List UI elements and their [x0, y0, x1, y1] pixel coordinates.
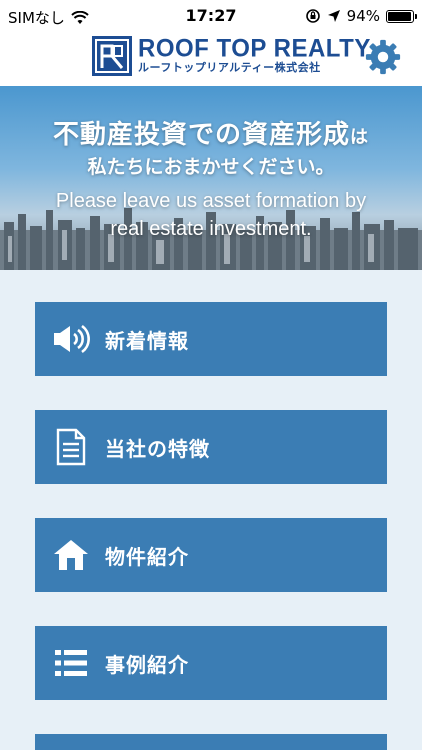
status-bar: SIMなし 17:27 94%	[0, 0, 422, 32]
status-right: 94%	[305, 7, 417, 25]
menu-item-label: 物件紹介	[105, 544, 189, 569]
rotation-lock-icon	[305, 9, 320, 23]
list-icon	[51, 643, 91, 683]
menu-item-case-studies[interactable]: 事例紹介	[35, 626, 387, 700]
battery-percent: 94%	[346, 7, 380, 25]
app-header: ROOF TOP REALTY ルーフトップリアルティー株式会社	[0, 32, 422, 86]
hero-headline-suffix: は	[350, 127, 369, 148]
logo-mark-icon	[92, 36, 132, 76]
house-icon	[51, 535, 91, 575]
gear-icon[interactable]	[364, 38, 402, 76]
menu-item-features[interactable]: 当社の特徴	[35, 410, 387, 484]
hero-headline-main: 不動産投資での資産形成	[52, 120, 350, 150]
menu-item-news[interactable]: 新着情報	[35, 302, 387, 376]
main-menu: 新着情報 当社の特徴 物件紹介 事例紹介	[0, 270, 422, 750]
menu-item-label: 事例紹介	[105, 652, 189, 677]
document-icon	[51, 427, 91, 467]
logo-main-text: ROOF TOP REALTY	[138, 34, 371, 63]
location-icon	[327, 10, 340, 22]
menu-item-label: 当社の特徴	[105, 436, 210, 461]
hero-headline: 不動産投資での資産形成は	[0, 114, 422, 151]
menu-item-properties[interactable]: 物件紹介	[35, 518, 387, 592]
menu-item-label: 新着情報	[105, 328, 189, 353]
company-logo: ROOF TOP REALTY ルーフトップリアルティー株式会社	[92, 36, 371, 76]
megaphone-icon	[51, 319, 91, 359]
battery-icon	[386, 9, 417, 23]
hero-subheadline: 私たちにおまかせください。	[87, 156, 335, 178]
hero-banner: 不動産投資での資産形成は 私たちにおまかせください。 Please leave …	[0, 86, 422, 270]
hero-english-line-2: real estate investment.	[110, 218, 312, 240]
hero-english-line-1: Please leave us asset formation by	[55, 190, 367, 212]
menu-item-partial[interactable]	[35, 734, 387, 750]
logo-sub-text: ルーフトップリアルティー株式会社	[138, 61, 321, 74]
logo-text: ROOF TOP REALTY ルーフトップリアルティー株式会社	[138, 34, 371, 75]
